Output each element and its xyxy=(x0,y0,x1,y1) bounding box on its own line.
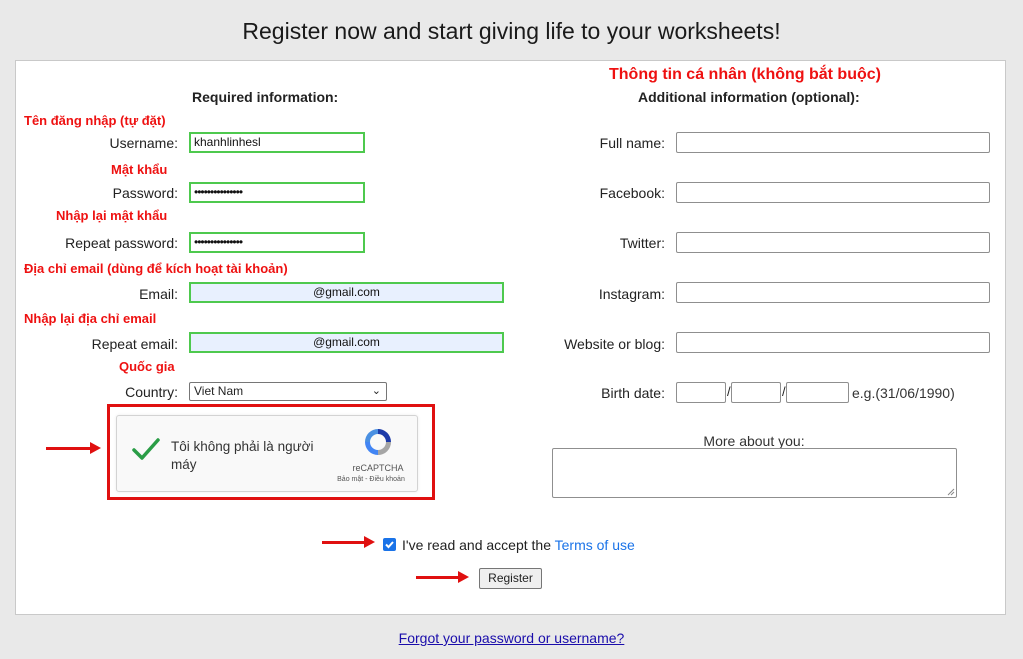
checkmark-icon xyxy=(385,541,394,549)
more-about-label: More about you: xyxy=(703,433,805,449)
country-selected-value: Viet Nam xyxy=(194,384,244,398)
email-note: Địa chỉ email (dùng để kích hoạt tài kho… xyxy=(24,261,288,276)
captcha-checkbox[interactable] xyxy=(131,436,161,465)
annotation-arrow-register xyxy=(416,576,460,579)
password-input[interactable]: ••••••••••••••• xyxy=(189,182,365,203)
repeat-email-input[interactable]: @gmail.com xyxy=(189,332,504,353)
recaptcha-logo-icon xyxy=(362,426,394,461)
birth-date-example: e.g.(31/06/1990) xyxy=(852,385,955,401)
repeat-password-note: Nhập lại mật khẩu xyxy=(56,208,168,223)
username-label: Username: xyxy=(109,135,178,151)
terms-of-use-link[interactable]: Terms of use xyxy=(555,537,635,553)
password-label: Password: xyxy=(112,185,178,201)
chevron-down-icon: ⌄ xyxy=(371,385,381,397)
email-label: Email: xyxy=(139,286,178,302)
facebook-label: Facebook: xyxy=(599,185,665,201)
recaptcha-brand: reCAPTCHA xyxy=(352,463,404,473)
facebook-input[interactable] xyxy=(676,182,990,203)
website-input[interactable] xyxy=(676,332,990,353)
twitter-input[interactable] xyxy=(676,232,990,253)
arrow-right-icon xyxy=(90,442,101,454)
recaptcha-links[interactable]: Bảo mật - Điều khoản xyxy=(321,476,421,483)
repeat-password-input[interactable]: ••••••••••••••• xyxy=(189,232,365,253)
repeat-email-note: Nhập lại địa chỉ email xyxy=(24,311,157,326)
resize-handle-icon[interactable] xyxy=(947,488,955,496)
username-input[interactable]: khanhlinhesl xyxy=(189,132,365,153)
birth-date-label: Birth date: xyxy=(601,385,665,401)
terms-checkbox[interactable] xyxy=(383,538,396,551)
required-heading: Required information: xyxy=(192,89,339,105)
instagram-input[interactable] xyxy=(676,282,990,303)
annotation-arrow-captcha xyxy=(46,447,92,450)
arrow-right-icon xyxy=(364,536,375,548)
full-name-input[interactable] xyxy=(676,132,990,153)
more-about-textarea[interactable] xyxy=(552,448,957,498)
register-button[interactable]: Register xyxy=(479,568,542,589)
recaptcha-widget: Tôi không phải là người máy reCAPTCHA Bả… xyxy=(116,415,418,492)
email-input[interactable]: @gmail.com xyxy=(189,282,504,303)
website-label: Website or blog: xyxy=(564,336,665,352)
instagram-label: Instagram: xyxy=(598,286,665,302)
captcha-text: Tôi không phải là người máy xyxy=(171,439,314,472)
repeat-password-label: Repeat password: xyxy=(65,235,178,251)
forgot-password-link[interactable]: Forgot your password or username? xyxy=(399,630,625,646)
country-select[interactable]: Viet Nam ⌄ xyxy=(189,382,387,401)
twitter-label: Twitter: xyxy=(619,235,665,251)
optional-heading: Additional information (optional): xyxy=(638,89,860,105)
terms-label: I've read and accept the xyxy=(402,537,555,553)
password-note: Mật khẩu xyxy=(111,162,168,177)
birth-year-input[interactable] xyxy=(786,382,849,403)
checkmark-icon xyxy=(132,438,160,460)
optional-note: Thông tin cá nhân (không bắt buộc) xyxy=(609,66,881,83)
birth-day-input[interactable] xyxy=(676,382,726,403)
repeat-email-label: Repeat email: xyxy=(91,336,178,352)
full-name-label: Full name: xyxy=(599,135,665,151)
country-label: Country: xyxy=(125,384,178,400)
terms-text: I've read and accept the Terms of use xyxy=(402,537,635,553)
page-title: Register now and start giving life to yo… xyxy=(242,18,781,44)
country-note: Quốc gia xyxy=(119,359,175,374)
arrow-right-icon xyxy=(458,571,469,583)
birth-month-input[interactable] xyxy=(731,382,781,403)
annotation-arrow-terms xyxy=(322,541,366,544)
username-note: Tên đăng nhập (tự đặt) xyxy=(24,113,166,128)
